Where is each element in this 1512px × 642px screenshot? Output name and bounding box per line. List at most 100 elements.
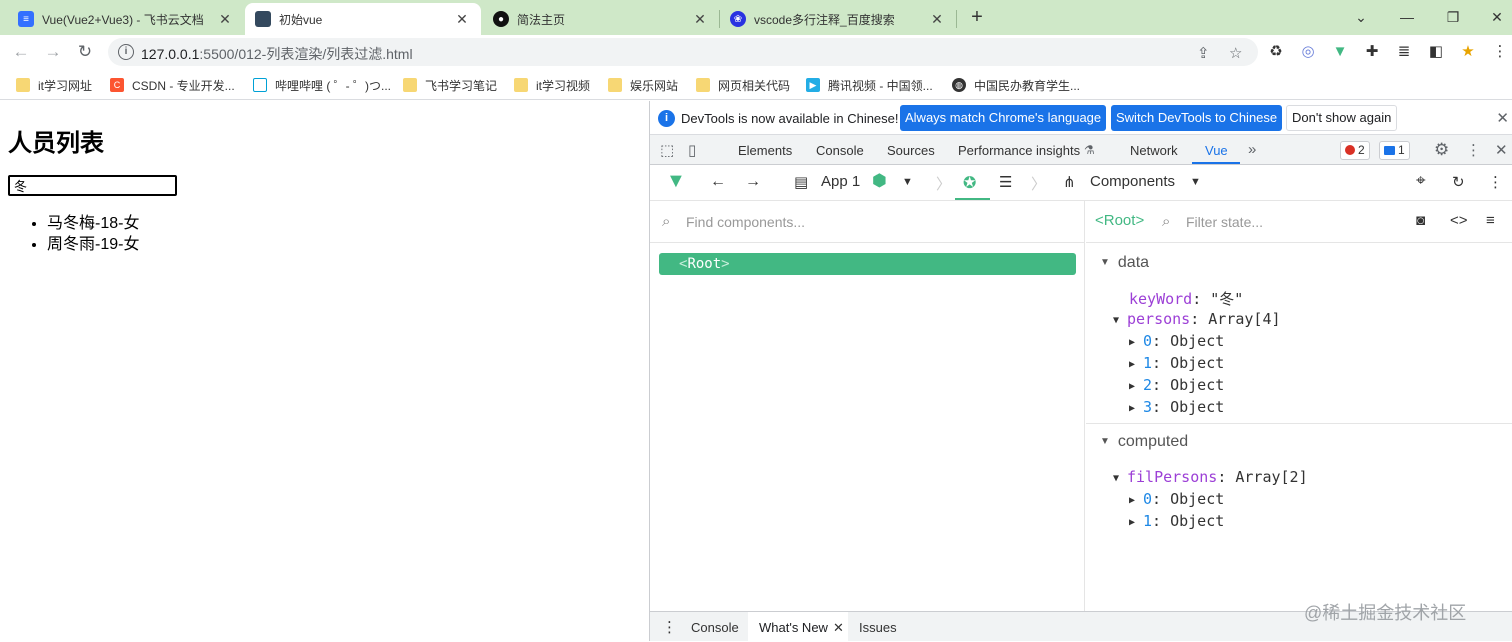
tab-title: 初始vue (279, 12, 323, 27)
state-prop-filpersons[interactable]: ▼ filPersons: Array[2] (1113, 468, 1308, 486)
find-components-input[interactable] (686, 211, 1066, 233)
chevron-down-icon[interactable]: ▼ (902, 176, 913, 188)
more-tabs-chevron-icon[interactable]: » (1248, 141, 1256, 158)
bookmark-star-icon[interactable]: ☆ (1229, 44, 1242, 62)
tab-performance-insights[interactable]: Performance insights (958, 143, 1080, 158)
caret-right-icon: ▶ (1129, 403, 1136, 414)
state-array-item[interactable]: ▶ 2: Object (1129, 376, 1224, 394)
tab-console[interactable]: Console (816, 143, 864, 158)
side-panel-icon[interactable]: ◧ (1425, 41, 1447, 63)
bookmark-item[interactable]: 哔哩哔哩 ( ゜- ゜)つ... (253, 75, 391, 95)
bookmark-item[interactable]: it学习网址 (16, 75, 92, 95)
gear-icon[interactable]: ⚙ (1434, 140, 1449, 160)
computed-section-header[interactable]: ▼ computed (1100, 433, 1188, 451)
close-icon[interactable]: ✕ (453, 11, 471, 28)
dont-show-again-button[interactable]: Don't show again (1286, 105, 1398, 131)
open-source-code-icon[interactable]: <> (1450, 212, 1468, 229)
bookmark-item[interactable]: 飞书学习笔记 (403, 75, 497, 95)
browser-tab[interactable]: ● 简法主页 ✕ (483, 3, 719, 35)
browser-tab[interactable]: ≡ Vue(Vue2+Vue3) - 飞书云文档 ✕ (8, 3, 244, 35)
compass-icon[interactable]: ✪ (963, 173, 976, 193)
state-array-item[interactable]: ▶ 0: Object (1129, 332, 1224, 350)
infobar-message: DevTools is now available in Chinese! (681, 111, 899, 126)
folder-icon (696, 78, 710, 92)
vue-logo-icon: ▼ (666, 170, 686, 192)
bookmark-item[interactable]: 网页相关代码 (696, 75, 790, 95)
state-array-item[interactable]: ▶ 3: Object (1129, 398, 1224, 416)
close-icon[interactable]: ✕ (833, 620, 844, 636)
more-options-icon[interactable]: ⋮ (1488, 173, 1503, 191)
restore-button[interactable]: ❐ (1436, 5, 1470, 29)
share-icon[interactable]: ⇪ (1197, 44, 1210, 62)
back-arrow-icon[interactable]: ← (710, 173, 726, 191)
inspect-dom-icon[interactable]: ◙ (1416, 212, 1425, 229)
close-icon[interactable]: ✕ (216, 11, 234, 28)
reading-list-icon[interactable]: ≣ (1393, 41, 1415, 63)
address-bar[interactable]: i 127.0.0.1:5500/012-列表渲染/列表过滤.html ⇪ ☆ (108, 38, 1258, 66)
close-icon[interactable]: ✕ (691, 11, 709, 28)
filter-state-input[interactable] (1186, 211, 1396, 233)
breadcrumb-separator-icon: 〉 (936, 176, 952, 193)
tab-elements[interactable]: Elements (738, 143, 792, 158)
minimize-button[interactable]: — (1390, 5, 1424, 29)
forward-arrow-icon[interactable]: → (745, 173, 761, 191)
devtools-menu-icon[interactable]: ⋮ (1466, 141, 1481, 159)
back-button[interactable]: ← (8, 40, 34, 64)
bookmark-item[interactable]: ▶ 腾讯视频 - 中国领... (806, 75, 933, 95)
component-row-root[interactable]: <Root> (659, 253, 1076, 275)
app-selector[interactable]: App 1 (821, 173, 860, 190)
data-section-header[interactable]: ▼ data (1100, 254, 1149, 272)
tab-sources[interactable]: Sources (887, 143, 935, 158)
reload-button[interactable]: ↻ (72, 40, 98, 64)
forward-button[interactable]: → (40, 40, 66, 64)
select-component-icon[interactable]: ⌖ (1416, 171, 1426, 191)
browser-tab-active[interactable]: 初始vue ✕ (245, 3, 481, 35)
bookmark-item[interactable]: it学习视频 (514, 75, 590, 95)
new-tab-button[interactable]: + (960, 5, 994, 29)
tab-vue[interactable]: Vue (1205, 143, 1228, 158)
extension-recycle-icon[interactable]: ♻ (1265, 41, 1287, 63)
watermark: @稀土掘金技术社区 (1304, 603, 1467, 623)
refresh-icon[interactable]: ↻ (1452, 173, 1465, 191)
state-prop-persons[interactable]: ▼ persons: Array[4] (1113, 310, 1281, 328)
close-devtools-icon[interactable]: ✕ (1495, 141, 1508, 159)
timeline-icon[interactable]: ☰ (999, 173, 1012, 191)
bookmark-item[interactable]: 娱乐网站 (608, 75, 678, 95)
drawer-tab-whats-new[interactable]: What's New (759, 620, 828, 635)
close-icon[interactable]: ✕ (928, 11, 946, 28)
collapse-menu-icon[interactable]: ≡ (1486, 212, 1495, 229)
close-window-button[interactable]: ✕ (1480, 5, 1512, 29)
switch-devtools-chinese-button[interactable]: Switch DevTools to Chinese (1111, 105, 1283, 131)
message-count-badge[interactable]: 1 (1379, 141, 1410, 160)
tab-search-chevron-icon[interactable]: ⌄ (1344, 5, 1378, 29)
drawer-tab-console[interactable]: Console (691, 620, 739, 635)
bookmark-item[interactable]: C CSDN - 专业开发... (110, 75, 235, 95)
always-match-language-button[interactable]: Always match Chrome's language (900, 105, 1107, 131)
inspect-element-icon[interactable]: ⬚ (660, 141, 674, 159)
caret-right-icon: ▶ (1129, 337, 1136, 348)
components-selector[interactable]: Components (1090, 173, 1175, 190)
state-array-item[interactable]: ▶ 1: Object (1129, 512, 1224, 530)
tab-network[interactable]: Network (1130, 143, 1178, 158)
chevron-down-icon[interactable]: ▼ (1190, 176, 1201, 188)
chrome-menu-icon[interactable]: ⋮ (1489, 41, 1511, 63)
extension-orbit-icon[interactable]: ◎ (1297, 41, 1319, 63)
jianfa-icon: ● (493, 11, 509, 27)
state-array-item[interactable]: ▶ 1: Object (1129, 354, 1224, 372)
extensions-puzzle-icon[interactable]: ✚ (1361, 41, 1383, 63)
state-prop-keyword[interactable]: keyWord: "冬" (1129, 288, 1243, 309)
error-count-badge[interactable]: 2 (1340, 141, 1370, 160)
browser-tab[interactable]: ❀ vscode多行注释_百度搜索 ✕ (720, 3, 956, 35)
device-toolbar-icon[interactable]: ▯ (688, 141, 696, 159)
bookmark-item[interactable]: ◍ 中国民办教育学生... (952, 75, 1080, 95)
state-array-item[interactable]: ▶ 0: Object (1129, 490, 1224, 508)
site-info-icon[interactable]: i (118, 44, 134, 60)
vue-devtools-extension-icon[interactable]: ▼ (1329, 41, 1351, 63)
close-icon[interactable]: ✕ (1496, 109, 1509, 127)
drawer-tab-issues[interactable]: Issues (859, 620, 897, 635)
drawer-menu-icon[interactable]: ⋮ (662, 618, 677, 636)
tencent-video-icon: ▶ (806, 78, 820, 92)
url-text[interactable]: 127.0.0.1:5500/012-列表渲染/列表过滤.html (141, 44, 413, 64)
profile-avatar[interactable]: ★ (1457, 41, 1479, 63)
keyword-input[interactable] (8, 175, 177, 196)
